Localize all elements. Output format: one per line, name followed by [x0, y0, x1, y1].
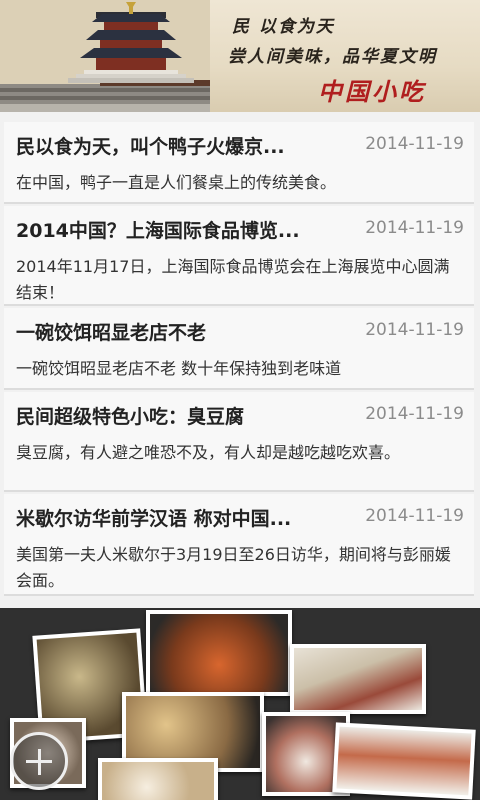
news-title: 米歇尔访华前学汉语 称对中国... — [16, 508, 292, 530]
temple-of-heaven-illustration — [0, 0, 210, 112]
news-item[interactable]: 民以食为天，叫个鸭子火爆京... 2014-11-19 在中国，鸭子一直是人们餐… — [4, 122, 474, 204]
photo-cake — [98, 758, 218, 800]
news-title: 2014中国？上海国际食品博览... — [16, 220, 300, 242]
news-title: 一碗饺饵昭显老店不老 — [16, 322, 207, 344]
news-date: 2014-11-19 — [365, 506, 464, 526]
news-date: 2014-11-19 — [365, 320, 464, 340]
news-summary: 臭豆腐，有人避之唯恐不及，有人却是越吃越吃欢喜。 — [16, 443, 401, 462]
food-collage-banner[interactable] — [0, 608, 480, 800]
news-date: 2014-11-19 — [365, 404, 464, 424]
news-item[interactable]: 民间超级特色小吃：臭豆腐 2014-11-19 臭豆腐，有人避之唯恐不及，有人却… — [4, 392, 474, 492]
news-item[interactable]: 米歇尔访华前学汉语 称对中国... 2014-11-19 美国第一夫人米歇尔于3… — [4, 494, 474, 596]
photo-seafood-platter — [146, 610, 292, 696]
news-summary: 2014年11月17日，上海国际食品博览会在上海展览中心圆满结束！ — [16, 257, 450, 302]
banner-brand-title: 中国小吃 — [318, 77, 426, 106]
news-date: 2014-11-19 — [365, 218, 464, 238]
news-item[interactable]: 2014中国？上海国际食品博览... 2014-11-19 2014年11月17… — [4, 206, 474, 306]
banner-motto-line1: 民 以食为天 — [232, 17, 335, 37]
news-summary: 一碗饺饵昭显老店不老 数十年保持独到老味道 — [16, 359, 342, 378]
news-date: 2014-11-19 — [365, 134, 464, 154]
add-button[interactable] — [10, 732, 68, 790]
news-item[interactable]: 一碗饺饵昭显老店不老 2014-11-19 一碗饺饵昭显老店不老 数十年保持独到… — [4, 308, 474, 390]
photo-plated-dish — [290, 644, 426, 714]
banner-motto-line2: 尝人间美味，品华夏文明 — [228, 47, 437, 67]
news-summary: 美国第一夫人米歇尔于3月19日至26日访华，期间将与彭丽媛会面。 — [16, 545, 451, 590]
news-title: 民以食为天，叫个鸭子火爆京... — [16, 136, 285, 158]
news-summary: 在中国，鸭子一直是人们餐桌上的传统美食。 — [16, 173, 337, 192]
news-title: 民间超级特色小吃：臭豆腐 — [16, 406, 245, 428]
header-banner: 民 以食为天 尝人间美味，品华夏文明 中国小吃 — [0, 0, 480, 112]
photo-appetizer-plate — [332, 722, 476, 800]
